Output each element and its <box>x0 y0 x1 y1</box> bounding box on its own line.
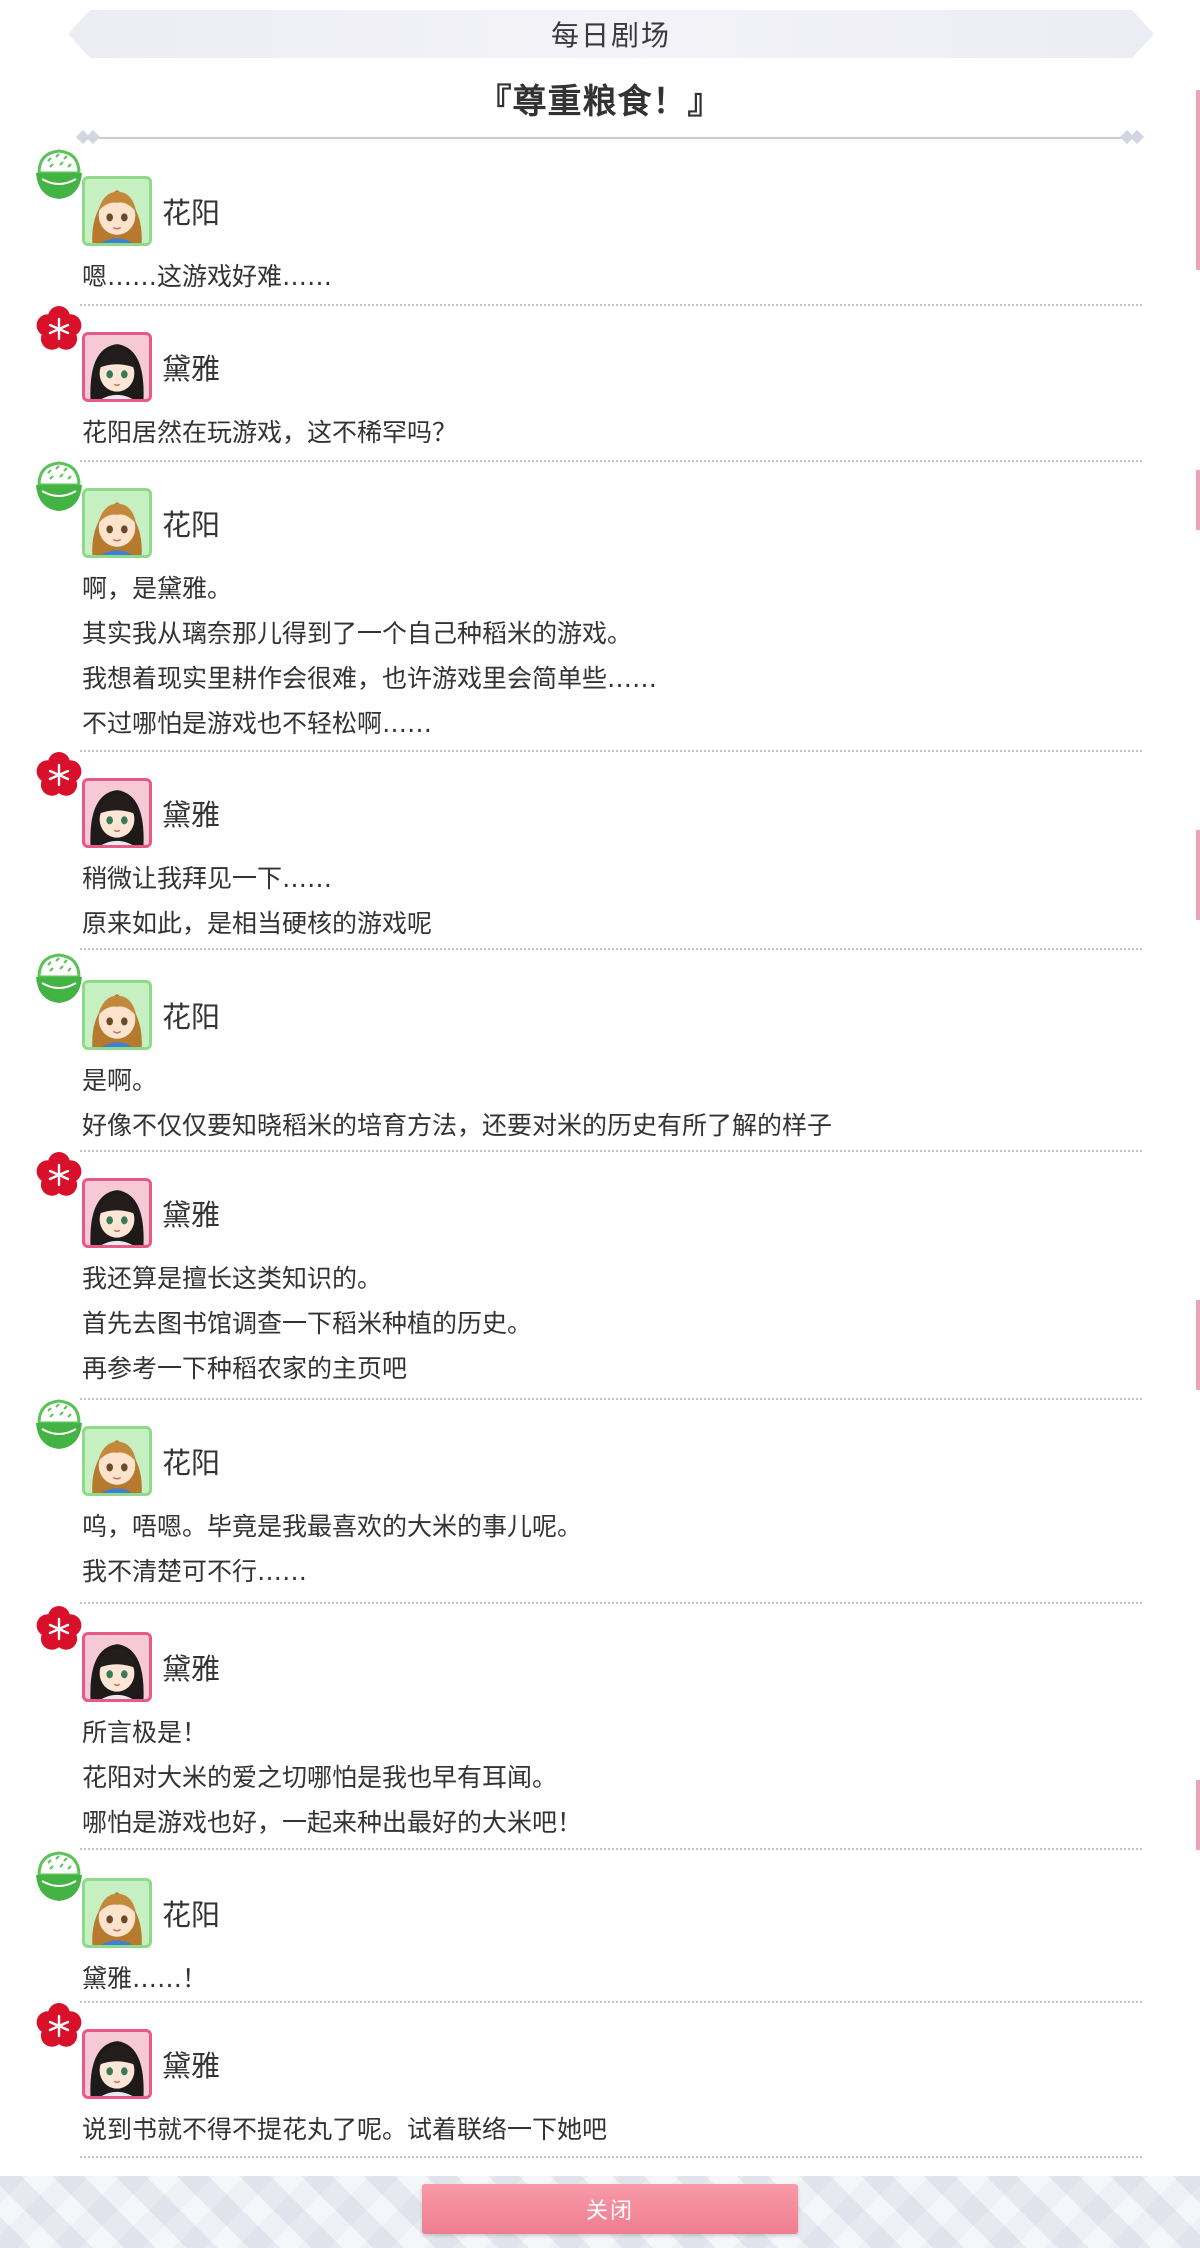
avatar <box>82 1178 152 1248</box>
dialogue-divider <box>80 1150 1142 1152</box>
episode-title: 『尊重粮食！』 <box>477 82 723 122</box>
dialogue-lines: 啊，是黛雅。其实我从璃奈那儿得到了一个自己种稻米的游戏。 我想着现实里耕作会很难，… <box>82 566 657 746</box>
right-edge-accent <box>1196 1300 1200 1390</box>
dialogue-divider <box>80 2156 1142 2158</box>
dialogue-lines: 嗯……这游戏好难…… <box>82 254 332 299</box>
dialogue-line: 哪怕是游戏也好，一起来种出最好的大米吧！ <box>82 1808 583 1837</box>
dialogue-line: 其实我从璃奈那儿得到了一个自己种稻米的游戏。 <box>82 619 633 648</box>
rice-bowl-icon <box>34 1397 84 1453</box>
dialogue-divider <box>80 750 1142 752</box>
dialogue-line: 所言极是！ <box>82 1718 208 1747</box>
right-edge-accent <box>1196 470 1200 530</box>
dialogue-divider <box>80 2001 1142 2003</box>
dialogue-line: 再参考一下种稻农家的主页吧 <box>82 1354 408 1383</box>
banner-title: 每日剧场 <box>550 19 671 52</box>
dialogue-line: 呜，唔嗯。毕竟是我最喜欢的大米的事儿呢。 <box>82 1512 583 1541</box>
close-button-label: 关闭 <box>585 2199 634 2224</box>
dialogue-lines: 呜，唔嗯。毕竟是我最喜欢的大米的事儿呢。 我不清楚可不行…… <box>82 1504 582 1594</box>
dialogue-line: 首先去图书馆调查一下稻米种植的历史。 <box>82 1309 533 1338</box>
dialogue-divider <box>80 1602 1142 1604</box>
avatar <box>82 332 152 402</box>
avatar <box>82 980 152 1050</box>
speaker-name: 黛雅 <box>162 1198 221 1232</box>
dialogue-line: 说到书就不得不提花丸了呢。试着联络一下她吧 <box>82 2115 608 2144</box>
red-flower-icon <box>34 1149 84 1205</box>
speaker-name: 黛雅 <box>162 352 221 386</box>
rice-bowl-icon <box>34 1849 84 1905</box>
red-flower-icon <box>34 749 84 805</box>
speaker-name: 黛雅 <box>162 1652 221 1686</box>
rice-bowl-icon <box>34 459 84 515</box>
dialogue-lines: 花阳居然在玩游戏，这不稀罕吗？ <box>82 410 457 455</box>
dialogue-lines: 是啊。好像不仅仅要知晓稻米的培育方法，还要对米的历史有所了解的样子 <box>82 1058 832 1148</box>
close-button[interactable]: 关闭 <box>422 2184 798 2234</box>
dialogue-line: 好像不仅仅要知晓稻米的培育方法，还要对米的历史有所了解的样子 <box>82 1111 833 1140</box>
rice-bowl-icon <box>34 951 84 1007</box>
right-edge-accent <box>1196 90 1200 270</box>
right-edge-accent <box>1196 1780 1200 1850</box>
dialogue-line: 啊，是黛雅。 <box>82 574 233 603</box>
rice-bowl-icon <box>34 147 84 203</box>
dialogue-line: 是啊。 <box>82 1066 158 1095</box>
red-flower-icon <box>34 1603 84 1659</box>
dialogue-line: 我还算是擅长这类知识的。 <box>82 1264 383 1293</box>
dialogue-line: 花阳居然在玩游戏，这不稀罕吗？ <box>82 418 458 447</box>
dialogue-divider <box>80 304 1142 306</box>
right-edge-accent <box>1196 830 1200 920</box>
speaker-name: 花阳 <box>162 1898 221 1932</box>
dialogue-line: 不过哪怕是游戏也不轻松啊…… <box>82 709 433 738</box>
speaker-name: 黛雅 <box>162 798 221 832</box>
red-flower-icon <box>34 2000 84 2056</box>
red-flower-icon <box>34 303 84 359</box>
daily-theater-banner: 每日剧场 <box>68 10 1154 58</box>
avatar <box>82 2029 152 2099</box>
speaker-name: 花阳 <box>162 508 221 542</box>
dialogue-lines: 我还算是擅长这类知识的。首先去图书馆调查一下稻米种植的历史。 再参考一下种稻农家的… <box>82 1256 532 1391</box>
speaker-name: 花阳 <box>162 1000 221 1034</box>
speaker-name: 黛雅 <box>162 2049 221 2083</box>
dialogue-divider <box>80 948 1142 950</box>
dialogue-line: 我不清楚可不行…… <box>82 1557 308 1586</box>
avatar <box>82 1632 152 1702</box>
dialogue-line: 花阳对大米的爱之切哪怕是我也早有耳闻。 <box>82 1763 558 1792</box>
avatar <box>82 176 152 246</box>
title-divider <box>75 129 1145 146</box>
avatar <box>82 488 152 558</box>
dialogue-line: 黛雅……！ <box>82 1964 208 1993</box>
dialogue-lines: 说到书就不得不提花丸了呢。试着联络一下她吧 <box>82 2107 607 2152</box>
dialogue-line: 原来如此，是相当硬核的游戏呢 <box>82 909 433 938</box>
dialogue-lines: 稍微让我拜见一下…… 原来如此，是相当硬核的游戏呢 <box>82 856 432 946</box>
dialogue-lines: 所言极是！ 花阳对大米的爱之切哪怕是我也早有耳闻。 哪怕是游戏也好，一起来种出最好的… <box>82 1710 582 1845</box>
avatar <box>82 778 152 848</box>
speaker-name: 花阳 <box>162 1446 221 1480</box>
dialogue-line: 我想着现实里耕作会很难，也许游戏里会简单些…… <box>82 664 658 693</box>
dialogue-divider <box>80 1848 1142 1850</box>
dialogue-line: 稍微让我拜见一下…… <box>82 864 333 893</box>
dialogue-divider <box>80 1398 1142 1400</box>
dialogue-lines: 黛雅……！ <box>82 1956 207 2001</box>
avatar <box>82 1878 152 1948</box>
dialogue-line: 嗯……这游戏好难…… <box>82 262 333 291</box>
speaker-name: 花阳 <box>162 196 221 230</box>
dialogue-divider <box>80 460 1142 462</box>
avatar <box>82 1426 152 1496</box>
